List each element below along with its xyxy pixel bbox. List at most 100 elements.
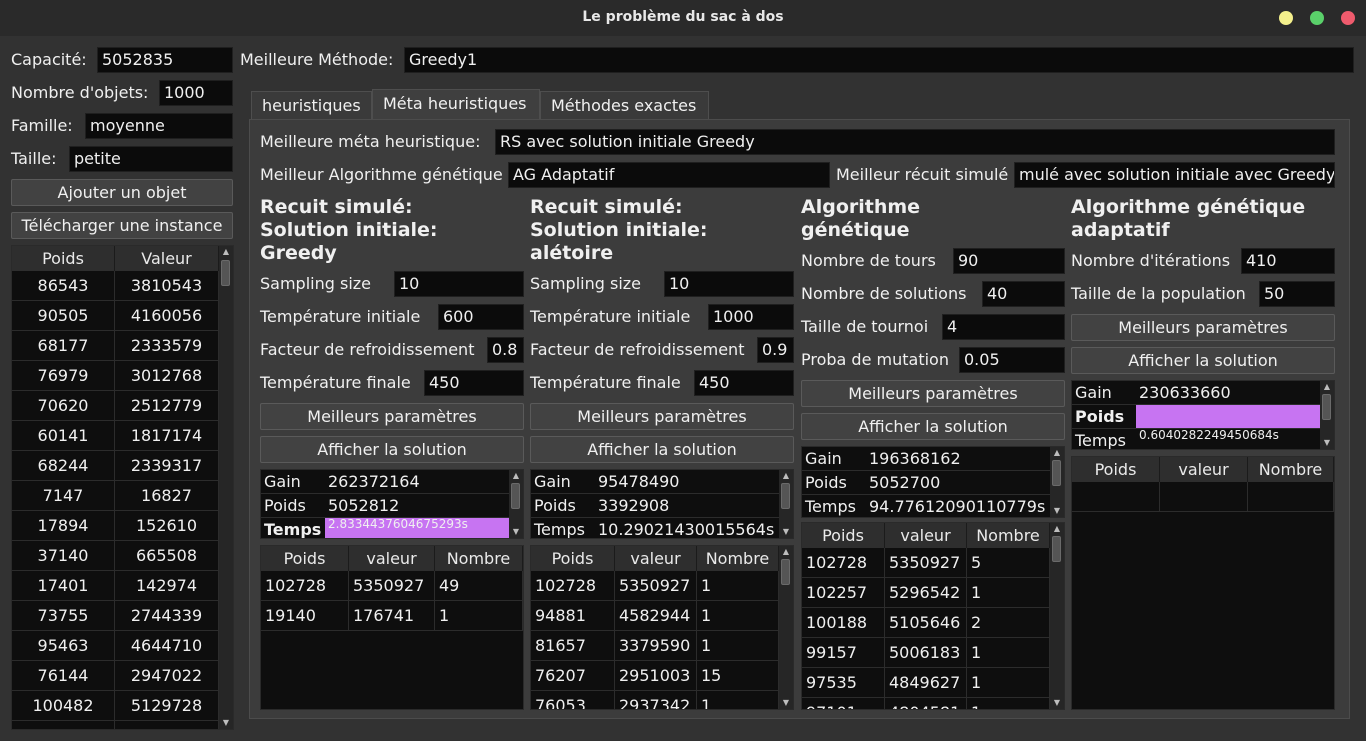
solution-scrollbar[interactable]: ▲ ▼ xyxy=(779,546,793,709)
table-cell[interactable]: 73755 xyxy=(12,601,115,631)
table-cell[interactable]: 5105646 xyxy=(885,608,967,638)
table-cell[interactable]: 76144 xyxy=(12,661,115,691)
column-header-poids[interactable]: Poids xyxy=(1072,457,1160,482)
table-cell[interactable]: 5 xyxy=(967,548,1050,578)
table-cell[interactable]: 1 xyxy=(435,601,523,631)
table-cell[interactable]: 81657 xyxy=(531,631,615,661)
table-cell[interactable]: 37140 xyxy=(12,541,115,571)
column-header-nombre[interactable]: Nombre xyxy=(435,546,523,571)
table-cell[interactable]: 1 xyxy=(967,698,1050,709)
table-cell[interactable]: 100482 xyxy=(12,691,115,721)
scroll-down-icon[interactable]: ▼ xyxy=(509,526,523,538)
rs-random-temp-final-field[interactable]: 450 xyxy=(694,370,794,396)
table-cell[interactable]: 86543 xyxy=(12,271,115,301)
table-cell[interactable]: 1 xyxy=(967,668,1050,698)
column-header-valeur[interactable]: valeur xyxy=(1160,457,1248,482)
table-cell[interactable]: 68177 xyxy=(12,331,115,361)
size-field[interactable]: petite xyxy=(69,146,233,172)
table-cell[interactable]: 90505 xyxy=(12,301,115,331)
tab-meta-heuristiques[interactable]: Méta heuristiques xyxy=(372,89,540,120)
rs-random-temp-init-field[interactable]: 1000 xyxy=(708,304,794,330)
scroll-thumb[interactable] xyxy=(1052,536,1061,562)
rs-random-show-solution-button[interactable]: Afficher la solution xyxy=(530,436,794,463)
table-cell[interactable]: 4849627 xyxy=(885,668,967,698)
scroll-up-icon[interactable]: ▲ xyxy=(1050,523,1064,535)
rs-random-best-params-button[interactable]: Meilleurs paramètres xyxy=(530,403,794,430)
scroll-thumb[interactable] xyxy=(781,483,790,509)
table-cell[interactable]: 17894 xyxy=(12,511,115,541)
table-cell[interactable]: 102257 xyxy=(802,578,885,608)
table-cell[interactable]: 142974 xyxy=(115,571,219,601)
table-cell[interactable]: 15 xyxy=(697,661,779,691)
aga-show-solution-button[interactable]: Afficher la solution xyxy=(1071,347,1335,374)
result-scrollbar[interactable]: ▲ ▼ xyxy=(1050,447,1064,517)
table-cell[interactable]: 60141 xyxy=(12,421,115,451)
column-header-nombre[interactable]: Nombre xyxy=(1248,457,1334,482)
solution-scrollbar[interactable]: ▲ ▼ xyxy=(1050,523,1064,709)
download-instance-button[interactable]: Télécharger une instance xyxy=(11,212,233,239)
close-icon[interactable] xyxy=(1341,11,1355,25)
table-cell[interactable]: 5296542 xyxy=(885,578,967,608)
maximize-icon[interactable] xyxy=(1310,11,1324,25)
ga-show-solution-button[interactable]: Afficher la solution xyxy=(801,413,1065,440)
table-cell[interactable]: 95463 xyxy=(12,631,115,661)
table-cell[interactable]: 5006183 xyxy=(885,638,967,668)
result-value-selected[interactable] xyxy=(1136,405,1320,429)
scroll-up-icon[interactable]: ▲ xyxy=(1050,447,1064,459)
table-cell[interactable]: 102728 xyxy=(531,571,615,601)
column-header-nombre[interactable]: Nombre xyxy=(697,546,779,571)
best-method-field[interactable]: Greedy1 xyxy=(404,47,1354,73)
column-header-valeur[interactable]: valeur xyxy=(615,546,697,571)
empty-cell[interactable] xyxy=(1072,482,1160,512)
scroll-up-icon[interactable]: ▲ xyxy=(219,246,233,258)
table-cell[interactable]: 665508 xyxy=(115,541,219,571)
ga-tournament-field[interactable]: 4 xyxy=(942,314,1065,340)
objects-table[interactable]: Poids Valeur 86543 3810543 90505 4160056 681… xyxy=(11,245,234,730)
table-cell[interactable]: 3012768 xyxy=(115,361,219,391)
table-cell[interactable]: 176741 xyxy=(349,601,435,631)
result-value[interactable]: 95478490 xyxy=(595,470,779,494)
aga-solution-table[interactable]: Poids valeur Nombre xyxy=(1071,456,1335,710)
result-scrollbar[interactable]: ▲ ▼ xyxy=(1320,381,1334,449)
best-meta-field[interactable]: RS avec solution initiale Greedy xyxy=(495,129,1335,155)
best-ga-field[interactable]: AG Adaptatif xyxy=(508,162,830,188)
scroll-thumb[interactable] xyxy=(1052,460,1061,486)
table-cell[interactable]: 1 xyxy=(697,631,779,661)
tab-methodes-exactes[interactable]: Méthodes exactes xyxy=(540,91,709,119)
scroll-up-icon[interactable]: ▲ xyxy=(779,470,793,482)
table-cell[interactable]: 3810543 xyxy=(115,271,219,301)
empty-cell[interactable] xyxy=(1160,482,1248,512)
table-cell[interactable]: 76979 xyxy=(12,361,115,391)
table-cell[interactable]: 19140 xyxy=(261,601,349,631)
result-scrollbar[interactable]: ▲ ▼ xyxy=(509,470,523,538)
table-cell[interactable]: 1 xyxy=(697,691,779,709)
table-cell[interactable]: 70620 xyxy=(12,391,115,421)
tab-heuristiques[interactable]: heuristiques xyxy=(251,91,372,119)
result-value[interactable]: 0.6040282249450684s xyxy=(1136,429,1320,449)
ga-solution-table[interactable]: Poids valeur Nombre 102728 5350927 5 102257… xyxy=(801,522,1065,710)
scroll-up-icon[interactable]: ▲ xyxy=(509,470,523,482)
table-cell[interactable]: 97535 xyxy=(802,668,885,698)
rs-greedy-cooling-field[interactable]: 0.8 xyxy=(487,337,524,363)
result-value[interactable]: 10.29021430015564s xyxy=(595,518,779,538)
table-cell[interactable]: 1 xyxy=(697,601,779,631)
column-header-valeur[interactable]: Valeur xyxy=(115,246,219,271)
table-cell[interactable]: 5350927 xyxy=(615,571,697,601)
scroll-down-icon[interactable]: ▼ xyxy=(779,526,793,538)
objects-scrollbar[interactable]: ▲ ▼ xyxy=(219,246,233,729)
result-scrollbar[interactable]: ▲ ▼ xyxy=(779,470,793,538)
ga-result-table[interactable]: Gain 196368162 Poids 5052700 Temps 94.77… xyxy=(801,446,1065,518)
rs-random-sampling-field[interactable]: 10 xyxy=(664,271,794,297)
table-cell[interactable]: 5129728 xyxy=(115,691,219,721)
column-header-nombre[interactable]: Nombre xyxy=(967,523,1050,548)
table-cell[interactable]: 100188 xyxy=(802,608,885,638)
table-cell[interactable]: 68244 xyxy=(12,451,115,481)
column-header-poids[interactable]: Poids xyxy=(802,523,885,548)
table-cell[interactable]: 2 xyxy=(967,608,1050,638)
rs-greedy-best-params-button[interactable]: Meilleurs paramètres xyxy=(260,403,524,430)
table-cell[interactable]: 1 xyxy=(967,578,1050,608)
table-cell[interactable]: 2333579 xyxy=(115,331,219,361)
aga-population-field[interactable]: 50 xyxy=(1259,281,1335,307)
ga-solutions-field[interactable]: 40 xyxy=(982,281,1065,307)
rs-random-solution-table[interactable]: Poids valeur Nombre 102728 5350927 1 94881 4… xyxy=(530,545,794,710)
